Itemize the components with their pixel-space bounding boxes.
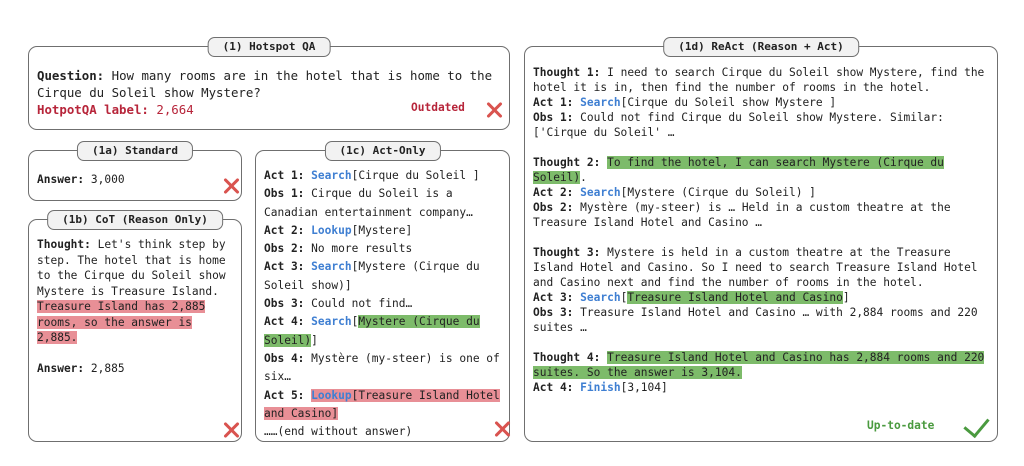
- action-arg: [Mystere (Cirque du Soleil) ]: [620, 186, 816, 199]
- standard-answer: Answer: 3,000: [37, 172, 233, 187]
- thought-key: Thought 1:: [533, 66, 601, 79]
- thought-text: .: [580, 171, 587, 184]
- thought-key: Thought 2:: [533, 156, 601, 169]
- check-icon: [963, 410, 990, 439]
- act-key: Act 4:: [533, 381, 574, 394]
- action-arg: [Mystere]: [351, 223, 413, 237]
- bracket: ]: [311, 333, 318, 347]
- obs-key: Obs 1:: [533, 111, 574, 124]
- obs-text: Mystère (my-steer) is … Held in a custom…: [533, 201, 951, 229]
- answer-value: 2,885: [90, 361, 125, 375]
- panel-title: (1d) ReAct (Reason + Act): [663, 37, 859, 57]
- action-verb: Lookup: [311, 223, 352, 237]
- act-key: Act 3:: [264, 260, 305, 274]
- action-verb: Search: [311, 315, 352, 329]
- obs-text: Could not find Cirque du Soleil show Mys…: [533, 111, 944, 139]
- cross-icon: [485, 101, 503, 119]
- action-verb: Lookup: [311, 388, 352, 402]
- obs-key: Obs 2:: [533, 201, 574, 214]
- act-key: Act 2:: [533, 186, 574, 199]
- panel-title: (1b) CoT (Reason Only): [47, 210, 223, 230]
- action-arg: [3,104]: [620, 381, 668, 394]
- answer-key: Answer:: [37, 173, 85, 186]
- act-key: Act 3:: [533, 291, 574, 304]
- thought-key: Thought 3:: [533, 246, 601, 259]
- action-verb: Search: [580, 291, 621, 304]
- cot-thought: Thought: Let's think step by step. The h…: [37, 237, 233, 376]
- obs-text: No more results: [311, 242, 413, 256]
- bracket: ]: [842, 291, 850, 304]
- act-key: Act 1:: [533, 96, 574, 109]
- hotspot-qa-panel: (1) Hotspot QA Question: How many rooms …: [28, 37, 510, 130]
- obs-key: Obs 3:: [533, 306, 574, 319]
- act-key: Act 2:: [264, 223, 305, 237]
- thought-key: Thought:: [37, 238, 91, 251]
- react-trajectory: Thought 1: I need to search Cirque du So…: [533, 65, 989, 395]
- thought-wrong-highlight: Treasure Island has 2,885 rooms, so the …: [37, 300, 206, 344]
- action-arg: [Cirque du Soleil ]: [351, 169, 480, 182]
- action-arg-highlight: Treasure Island Hotel and Casino: [627, 291, 843, 304]
- action-arg: [Cirque du Soleil show Mystere ]: [620, 96, 837, 109]
- thought-text: Mystere is held in a custom theatre at t…: [533, 246, 978, 289]
- label-value: 2,664: [156, 102, 194, 117]
- cross-icon: [222, 177, 240, 195]
- react-panel: (1d) ReAct (Reason + Act) Thought 1: I n…: [524, 37, 998, 442]
- act-key: Act 1:: [264, 169, 305, 182]
- action-verb: Search: [311, 169, 352, 182]
- end-note: ……(end without answer): [264, 425, 413, 439]
- answer-key: Answer:: [37, 361, 85, 375]
- question-key: Question:: [37, 68, 105, 83]
- thought-key: Thought 4:: [533, 351, 601, 364]
- up-to-date-status: Up-to-date: [867, 419, 935, 432]
- act-only-panel: (1c) Act-Only Act 1: Search[Cirque du So…: [255, 141, 511, 442]
- label-key: HotpotQA label:: [37, 102, 149, 117]
- cot-panel: (1b) CoT (Reason Only) Thought: Let's th…: [28, 210, 242, 442]
- panel-title: (1a) Standard: [76, 141, 194, 161]
- thought-text: I need to search Cirque du Soleil show M…: [533, 66, 985, 94]
- standard-panel: (1a) Standard Answer: 3,000: [28, 141, 242, 201]
- question-text: How many rooms are in the hotel that is …: [37, 68, 493, 100]
- action-verb: Search: [580, 186, 621, 199]
- action-verb: Search: [311, 260, 352, 274]
- action-verb: Search: [580, 96, 621, 109]
- cross-icon: [493, 420, 511, 438]
- thought-highlight: Treasure Island Hotel and Casino has 2,8…: [533, 351, 985, 379]
- obs-text: Treasure Island Hotel and Casino … with …: [533, 306, 978, 334]
- act-only-trajectory: Act 1: Search[Cirque du Soleil ] Obs 1: …: [264, 167, 501, 441]
- obs-text: Could not find…: [311, 297, 413, 311]
- obs-key: Obs 3:: [264, 297, 305, 311]
- act-key: Act 5:: [264, 388, 305, 402]
- outdated-status: Outdated: [411, 101, 465, 114]
- action-verb: Finish: [580, 381, 621, 394]
- obs-key: Obs 1:: [264, 187, 305, 201]
- panel-title: (1c) Act-Only: [324, 141, 441, 161]
- act-key: Act 4:: [264, 315, 305, 329]
- obs-key: Obs 2:: [264, 242, 305, 256]
- obs-key: Obs 4:: [264, 351, 305, 365]
- cross-icon: [222, 421, 240, 439]
- panel-title: (1) Hotspot QA: [207, 37, 331, 57]
- answer-value: 3,000: [90, 173, 125, 186]
